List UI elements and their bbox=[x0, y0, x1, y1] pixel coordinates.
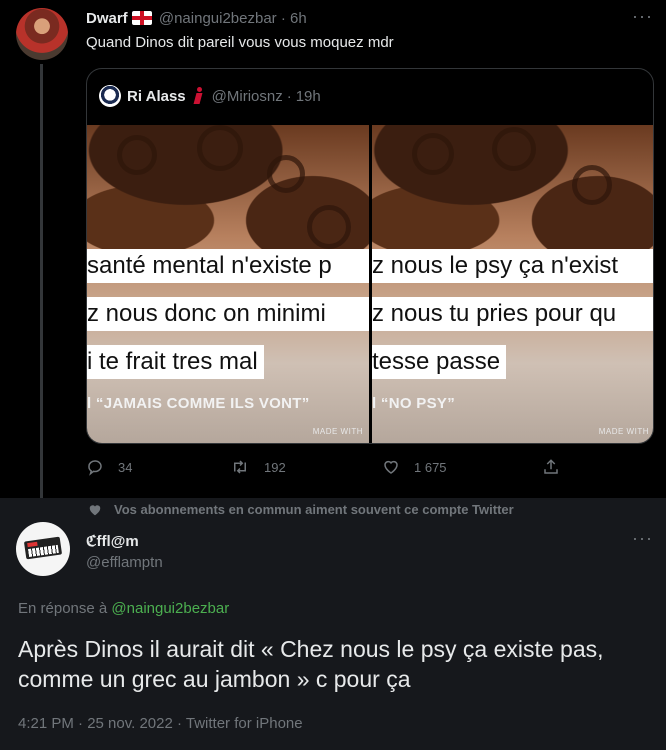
display-name[interactable]: ℭffl@m bbox=[86, 532, 139, 550]
retweet-icon bbox=[234, 460, 246, 474]
handle[interactable]: @naingui2bezbar bbox=[159, 10, 277, 27]
share-icon bbox=[544, 459, 558, 474]
tweet-text: Quand Dinos dit pareil vous vous moquez … bbox=[86, 34, 394, 51]
heart-icon bbox=[384, 460, 398, 474]
avatar[interactable] bbox=[16, 8, 68, 60]
tweet-metadata[interactable]: 4:21 PM · 25 nov. 2022 · Twitter for iPh… bbox=[18, 715, 303, 732]
heart-icon bbox=[89, 504, 101, 515]
watermark: MADE WITH bbox=[312, 427, 363, 436]
handle[interactable]: @Miriosnz bbox=[212, 88, 283, 105]
retweet-button[interactable]: 192 bbox=[230, 458, 286, 476]
media-image[interactable]: z nous le psy ça n'exist z nous tu pries… bbox=[372, 125, 653, 443]
england-flag-icon bbox=[131, 11, 152, 25]
caption-line: santé mental n'existe p bbox=[87, 249, 369, 283]
separator: · bbox=[280, 10, 286, 27]
social-context: Vos abonnements en commun aiment souvent… bbox=[88, 502, 514, 517]
song-title: l “JAMAIS COMME ILS VONT” bbox=[87, 395, 310, 412]
more-options-icon[interactable]: ··· bbox=[632, 528, 653, 549]
reply-button[interactable]: 34 bbox=[86, 458, 132, 476]
timestamp[interactable]: 6h bbox=[290, 10, 307, 27]
handle[interactable]: @efflamptn bbox=[86, 554, 163, 571]
hair-curl bbox=[307, 205, 351, 249]
caption-line: i te frait tres mal bbox=[87, 345, 264, 379]
hair-curl bbox=[572, 165, 612, 205]
timestamp[interactable]: 19h bbox=[296, 88, 321, 105]
watermark: MADE WITH bbox=[598, 427, 649, 436]
hair-curl bbox=[117, 135, 157, 175]
tweet-text: Après Dinos il aurait dit « Chez nous le… bbox=[18, 636, 604, 692]
hair-curl bbox=[492, 127, 536, 171]
retweet-count: 192 bbox=[264, 459, 286, 475]
quoted-tweet-header: Ri Alass @Miriosnz · 19h bbox=[99, 85, 321, 107]
in-reply-to: En réponse à @naingui2bezbar bbox=[18, 600, 229, 617]
media-image[interactable]: santé mental n'existe p z nous donc on m… bbox=[87, 125, 369, 443]
song-title: l “NO PSY” bbox=[372, 395, 456, 412]
more-options-icon[interactable]: ··· bbox=[632, 6, 653, 27]
caption-line: z nous donc on minimi bbox=[87, 297, 369, 331]
tweet-actions: 34 192 1 675 bbox=[86, 458, 566, 480]
hair-curl bbox=[267, 155, 305, 193]
reply-count: 34 bbox=[118, 459, 133, 475]
avatar[interactable] bbox=[99, 85, 121, 107]
hair-curl bbox=[412, 133, 454, 175]
share-button[interactable] bbox=[542, 458, 574, 476]
display-name[interactable]: Ri Alass bbox=[127, 88, 186, 105]
social-context-text: Vos abonnements en commun aiment souvent… bbox=[114, 502, 514, 517]
caption-line: z nous le psy ça n'exist bbox=[372, 249, 653, 283]
keyboard-image bbox=[23, 536, 63, 560]
parent-tweet[interactable]: Dwarf @naingui2bezbar · 6h ··· Quand Din… bbox=[0, 0, 666, 498]
quoted-tweet[interactable]: Ri Alass @Miriosnz · 19h santé mental n'… bbox=[86, 68, 654, 444]
caption-line: tesse passe bbox=[372, 345, 507, 379]
in-reply-handle-link[interactable]: @naingui2bezbar bbox=[111, 600, 229, 617]
display-name[interactable]: Dwarf bbox=[86, 10, 128, 27]
caption-line: z nous tu pries pour qu bbox=[372, 297, 653, 331]
separator: · bbox=[286, 87, 292, 105]
dancer-emoji-icon bbox=[192, 87, 206, 105]
in-reply-prefix: En réponse à bbox=[18, 600, 108, 617]
thread-connector bbox=[40, 64, 43, 498]
like-button[interactable]: 1 675 bbox=[382, 458, 447, 476]
like-count: 1 675 bbox=[414, 459, 447, 475]
tweet-header: Dwarf @naingui2bezbar · 6h bbox=[86, 10, 307, 27]
reply-icon bbox=[88, 460, 102, 476]
avatar[interactable] bbox=[16, 522, 70, 576]
hair-curl bbox=[197, 125, 243, 171]
